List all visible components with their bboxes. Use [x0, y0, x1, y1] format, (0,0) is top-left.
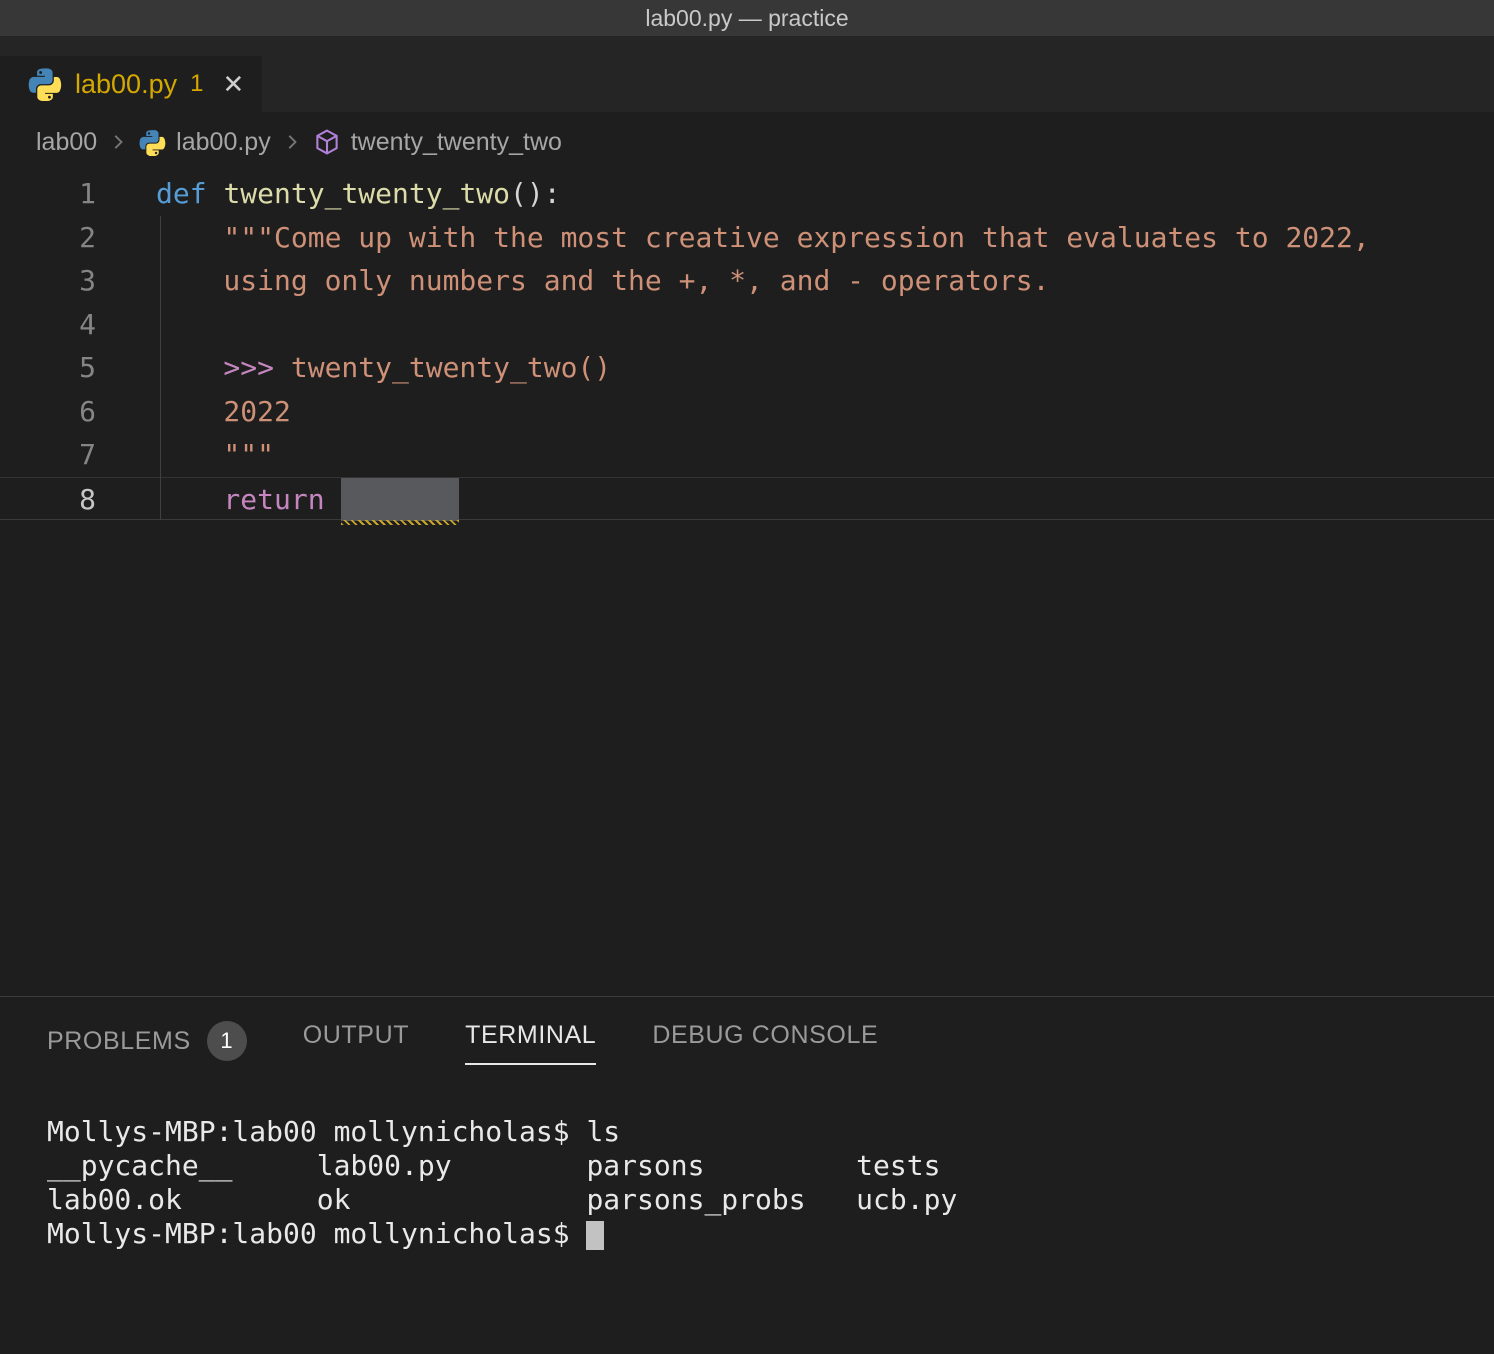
panel-tab-output[interactable]: OUTPUT: [303, 1021, 409, 1065]
tab-problem-count: 1: [190, 70, 203, 98]
code-line-5[interactable]: 5 >>> twenty_twenty_two(): [0, 346, 1494, 390]
code-text: """: [156, 438, 274, 471]
vscode-window: lab00.py — practice lab00.py 1 ✕ lab00: [0, 0, 1494, 520]
window-title: lab00.py — practice: [645, 5, 848, 32]
breadcrumb-item-file[interactable]: lab00.py: [176, 128, 271, 157]
code-token-str: """: [156, 438, 274, 471]
bottom-panel: PROBLEMS 1 OUTPUT TERMINAL DEBUG CONSOLE Mol…: [0, 996, 1494, 1354]
code-token-str: 2022: [156, 395, 291, 428]
code-line-3[interactable]: 3 using only numbers and the +, *, and -…: [0, 259, 1494, 303]
symbol-cube-icon: [313, 128, 341, 156]
panel-tab-debug-console[interactable]: DEBUG CONSOLE: [652, 1021, 878, 1065]
tab-bar: lab00.py 1 ✕: [0, 36, 1494, 112]
chevron-right-icon: [107, 131, 129, 153]
code-line-6[interactable]: 6 2022: [0, 390, 1494, 434]
line-number: 6: [0, 390, 96, 434]
line-number: 2: [0, 216, 96, 260]
code-token-plain: ():: [510, 177, 561, 210]
code-token-selbox: [341, 478, 459, 522]
python-icon-small: [139, 129, 166, 156]
python-icon: [28, 67, 62, 101]
code-token-doctest: >>>: [156, 351, 291, 384]
breadcrumb-item-symbol[interactable]: twenty_twenty_two: [351, 128, 562, 157]
titlebar: lab00.py — practice: [0, 0, 1494, 36]
panel-tab-label: OUTPUT: [303, 1021, 409, 1050]
tab-lab00py[interactable]: lab00.py 1 ✕: [0, 56, 262, 112]
panel-tab-bar: PROBLEMS 1 OUTPUT TERMINAL DEBUG CONSOLE: [0, 997, 1494, 1081]
editor[interactable]: 1 def twenty_twenty_two(): 2 """Come up wi…: [0, 172, 1494, 520]
code-text: def twenty_twenty_two():: [156, 177, 561, 210]
code-text: 2022: [156, 395, 291, 428]
panel-tab-problems[interactable]: PROBLEMS 1: [47, 1021, 247, 1076]
terminal[interactable]: Mollys-MBP:lab00 mollynicholas$ ls __pyc…: [0, 1081, 1494, 1251]
code-token-str: twenty_twenty_two(): [291, 351, 611, 384]
code-line-2[interactable]: 2 """Come up with the most creative expr…: [0, 216, 1494, 260]
terminal-prompt: Mollys-MBP:lab00 mollynicholas$: [47, 1217, 586, 1250]
code-text: return: [156, 483, 459, 516]
code-line-7[interactable]: 7 """: [0, 433, 1494, 477]
code-text: """Come up with the most creative expres…: [156, 221, 1370, 254]
code-text: using only numbers and the +, *, and - o…: [156, 264, 1049, 297]
breadcrumb-item-folder[interactable]: lab00: [36, 128, 97, 157]
panel-tab-label: DEBUG CONSOLE: [652, 1021, 878, 1050]
close-icon[interactable]: ✕: [222, 69, 244, 100]
panel-tab-terminal[interactable]: TERMINAL: [465, 1021, 596, 1065]
indent-guide: [160, 216, 161, 520]
line-number: 4: [0, 303, 96, 347]
terminal-content: Mollys-MBP:lab00 mollynicholas$ ls __pyc…: [47, 1115, 1494, 1251]
terminal-cursor[interactable]: [586, 1221, 604, 1250]
code-line-8[interactable]: 8 return: [0, 477, 1494, 521]
problems-count-badge: 1: [207, 1021, 247, 1061]
panel-tab-label: TERMINAL: [465, 1021, 596, 1050]
code-text: >>> twenty_twenty_two(): [156, 351, 611, 384]
code-token-kw: def: [156, 177, 223, 210]
tab-label: lab00.py: [75, 69, 177, 100]
code-token-fn: twenty_twenty_two: [223, 177, 510, 210]
line-number: 1: [0, 172, 96, 216]
code-line-1[interactable]: 1 def twenty_twenty_two():: [0, 172, 1494, 216]
line-number: 5: [0, 346, 96, 390]
code-token-ret: return: [156, 483, 341, 516]
code-line-4[interactable]: 4: [0, 303, 1494, 347]
line-number: 3: [0, 259, 96, 303]
line-number: 8: [0, 478, 96, 522]
line-number: 7: [0, 433, 96, 477]
code-token-str: """Come up with the most creative expres…: [156, 221, 1370, 254]
terminal-output: Mollys-MBP:lab00 mollynicholas$ ls __pyc…: [47, 1115, 957, 1216]
code-token-str: using only numbers and the +, *, and - o…: [156, 264, 1049, 297]
chevron-right-icon: [281, 131, 303, 153]
panel-tab-label: PROBLEMS: [47, 1027, 191, 1056]
code-lines: 1 def twenty_twenty_two(): 2 """Come up wi…: [0, 172, 1494, 520]
breadcrumb: lab00 lab00.py twenty_twenty_two: [0, 112, 1494, 172]
